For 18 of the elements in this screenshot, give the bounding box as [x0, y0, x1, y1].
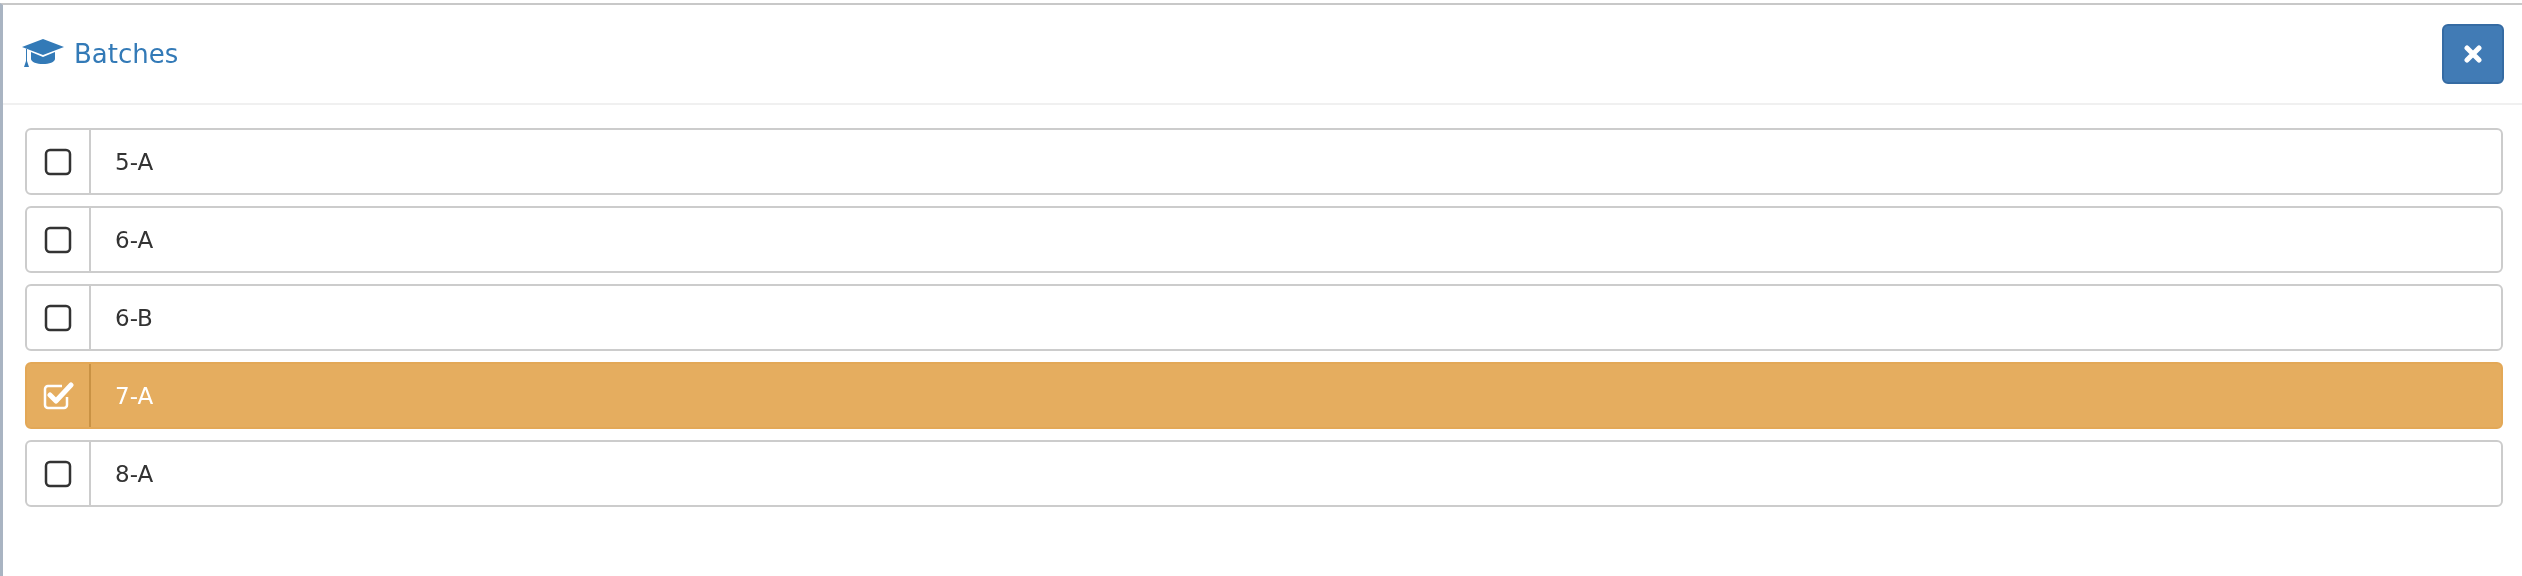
batch-label: 6-A	[114, 225, 154, 255]
dialog-title: Batches	[74, 39, 179, 69]
checkbox[interactable]	[44, 459, 72, 488]
batch-row[interactable]: 6-A	[25, 206, 2503, 273]
graduation-cap-icon	[22, 39, 64, 69]
batch-label: 6-B	[114, 303, 153, 333]
batch-row[interactable]: 5-A	[25, 128, 2503, 195]
close-icon	[2464, 45, 2482, 63]
batch-label: 5-A	[114, 147, 154, 177]
checkbox[interactable]	[44, 303, 72, 332]
batch-row[interactable]: 6-B	[25, 284, 2503, 351]
batch-label: 7-A	[114, 381, 154, 411]
checkbox[interactable]	[44, 147, 72, 176]
close-button[interactable]	[2442, 24, 2504, 84]
batch-row[interactable]: 8-A	[25, 440, 2503, 507]
checkbox[interactable]	[44, 225, 72, 254]
checkbox[interactable]	[42, 380, 74, 411]
batch-label: 8-A	[114, 459, 154, 489]
